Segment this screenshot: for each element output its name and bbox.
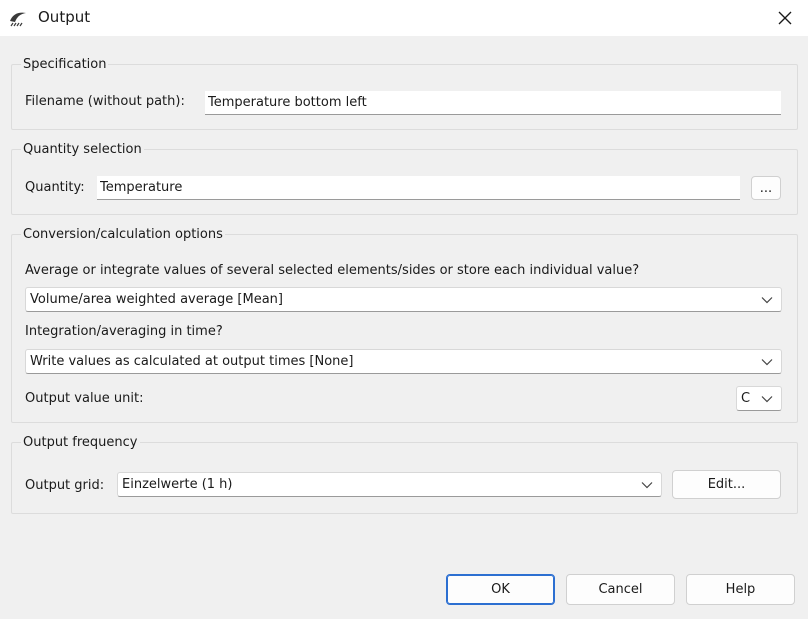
chevron-down-icon <box>761 396 773 403</box>
average-question-label: Average or integrate values of several s… <box>25 263 640 278</box>
time-mode-select[interactable]: Write values as calculated at output tim… <box>25 349 782 374</box>
quantity-browse-button[interactable]: ... <box>751 176 781 200</box>
frequency-group: Output frequency Output grid: Einzelwert… <box>11 435 798 514</box>
close-icon <box>778 11 792 25</box>
output-grid-label: Output grid: <box>25 478 105 493</box>
average-mode-select[interactable]: Volume/area weighted average [Mean] <box>25 287 782 312</box>
conversion-group: Conversion/calculation options Average o… <box>11 227 798 423</box>
quantity-title: Quantity selection <box>21 142 144 157</box>
quantity-group: Quantity selection Quantity: ... <box>11 142 798 215</box>
average-mode-value: Volume/area weighted average [Mean] <box>30 292 283 307</box>
ok-button[interactable]: OK <box>446 574 555 605</box>
chevron-down-icon <box>761 359 773 366</box>
title-bar: Output <box>0 0 808 36</box>
conversion-title: Conversion/calculation options <box>21 227 225 242</box>
specification-group: Specification Filename (without path): <box>11 57 798 130</box>
chevron-down-icon <box>761 297 773 304</box>
filename-label: Filename (without path): <box>25 94 185 109</box>
edit-grid-button[interactable]: Edit... <box>672 470 781 499</box>
frequency-title: Output frequency <box>21 435 140 450</box>
filename-input[interactable] <box>205 91 781 115</box>
chevron-down-icon <box>641 482 653 489</box>
cancel-button[interactable]: Cancel <box>566 574 675 605</box>
window-title: Output <box>38 8 91 26</box>
unit-value: C <box>741 391 751 406</box>
time-question-label: Integration/averaging in time? <box>25 324 223 339</box>
close-button[interactable] <box>762 0 808 36</box>
fan-blade-icon <box>8 9 28 27</box>
specification-title: Specification <box>21 57 109 72</box>
output-grid-value: Einzelwerte (1 h) <box>122 477 233 492</box>
help-button[interactable]: Help <box>686 574 795 605</box>
unit-label: Output value unit: <box>25 391 144 406</box>
time-mode-value: Write values as calculated at output tim… <box>30 354 354 369</box>
output-grid-select[interactable]: Einzelwerte (1 h) <box>117 472 662 497</box>
quantity-input[interactable] <box>97 176 740 200</box>
quantity-label: Quantity: <box>25 180 85 195</box>
unit-select[interactable]: C <box>736 386 782 411</box>
